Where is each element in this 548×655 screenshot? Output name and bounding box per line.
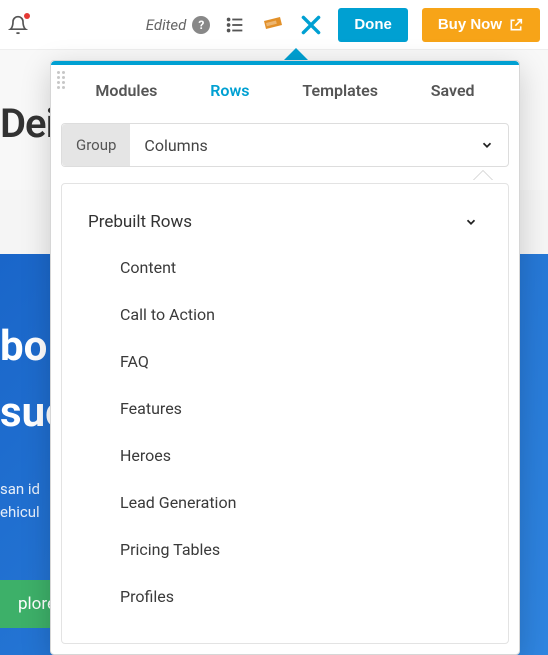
row-item-call-to-action[interactable]: Call to Action <box>62 291 504 338</box>
prebuilt-rows-items: Content Call to Action FAQ Features Hero… <box>62 240 504 630</box>
outline-icon[interactable] <box>224 14 246 36</box>
rows-filter-bar: Group Columns <box>61 123 509 167</box>
row-item-pricing-tables[interactable]: Pricing Tables <box>62 526 504 573</box>
row-item-heroes[interactable]: Heroes <box>62 432 504 479</box>
row-item-features[interactable]: Features <box>62 385 504 432</box>
rows-list-area: Prebuilt Rows Content Call to Action FAQ… <box>61 183 509 644</box>
edited-label: Edited <box>146 16 187 34</box>
top-toolbar: Edited ? Done Buy Now <box>0 0 548 50</box>
filter-columns-button[interactable]: Columns <box>130 136 466 155</box>
dropdown-arrow <box>473 171 493 181</box>
row-item-lead-gen[interactable]: Lead Generation <box>62 479 504 526</box>
section-prebuilt-rows[interactable]: Prebuilt Rows <box>62 184 504 240</box>
row-item-faq[interactable]: FAQ <box>62 338 504 385</box>
hero-lorem: san id ehicul <box>0 478 40 523</box>
notification-dot <box>24 13 30 19</box>
buy-now-label: Buy Now <box>438 16 502 33</box>
filter-group-button[interactable]: Group <box>62 124 130 166</box>
done-button[interactable]: Done <box>338 8 408 42</box>
panel-tabs: Modules Rows Templates Saved <box>51 65 519 115</box>
tab-saved[interactable]: Saved <box>431 81 475 100</box>
row-item-content[interactable]: Content <box>62 244 504 291</box>
drag-handle-icon[interactable] <box>57 71 65 89</box>
notifications-icon[interactable] <box>8 15 28 35</box>
ticket-icon[interactable] <box>260 13 284 37</box>
tab-templates[interactable]: Templates <box>302 81 378 100</box>
help-icon[interactable]: ? <box>192 16 210 34</box>
filter-caret-icon[interactable] <box>466 138 508 152</box>
edited-indicator[interactable]: Edited ? <box>146 16 211 34</box>
page-title-fragment: Dei <box>0 100 55 147</box>
done-button-label: Done <box>354 16 392 33</box>
buy-now-button[interactable]: Buy Now <box>422 8 540 42</box>
hero-word-1: bo <box>0 322 47 371</box>
hero-lorem-line2: ehicul <box>0 503 40 521</box>
chevron-down-icon <box>464 215 478 229</box>
content-panel: Modules Rows Templates Saved Group Colum… <box>50 60 520 655</box>
hero-lorem-line1: san id <box>0 480 40 498</box>
tab-modules[interactable]: Modules <box>95 81 157 100</box>
section-title: Prebuilt Rows <box>88 212 192 232</box>
row-item-profiles[interactable]: Profiles <box>62 573 504 620</box>
external-link-icon <box>508 17 524 33</box>
tab-rows[interactable]: Rows <box>210 81 249 100</box>
close-icon[interactable] <box>298 12 324 38</box>
rows-scroll[interactable]: Prebuilt Rows Content Call to Action FAQ… <box>62 184 508 643</box>
